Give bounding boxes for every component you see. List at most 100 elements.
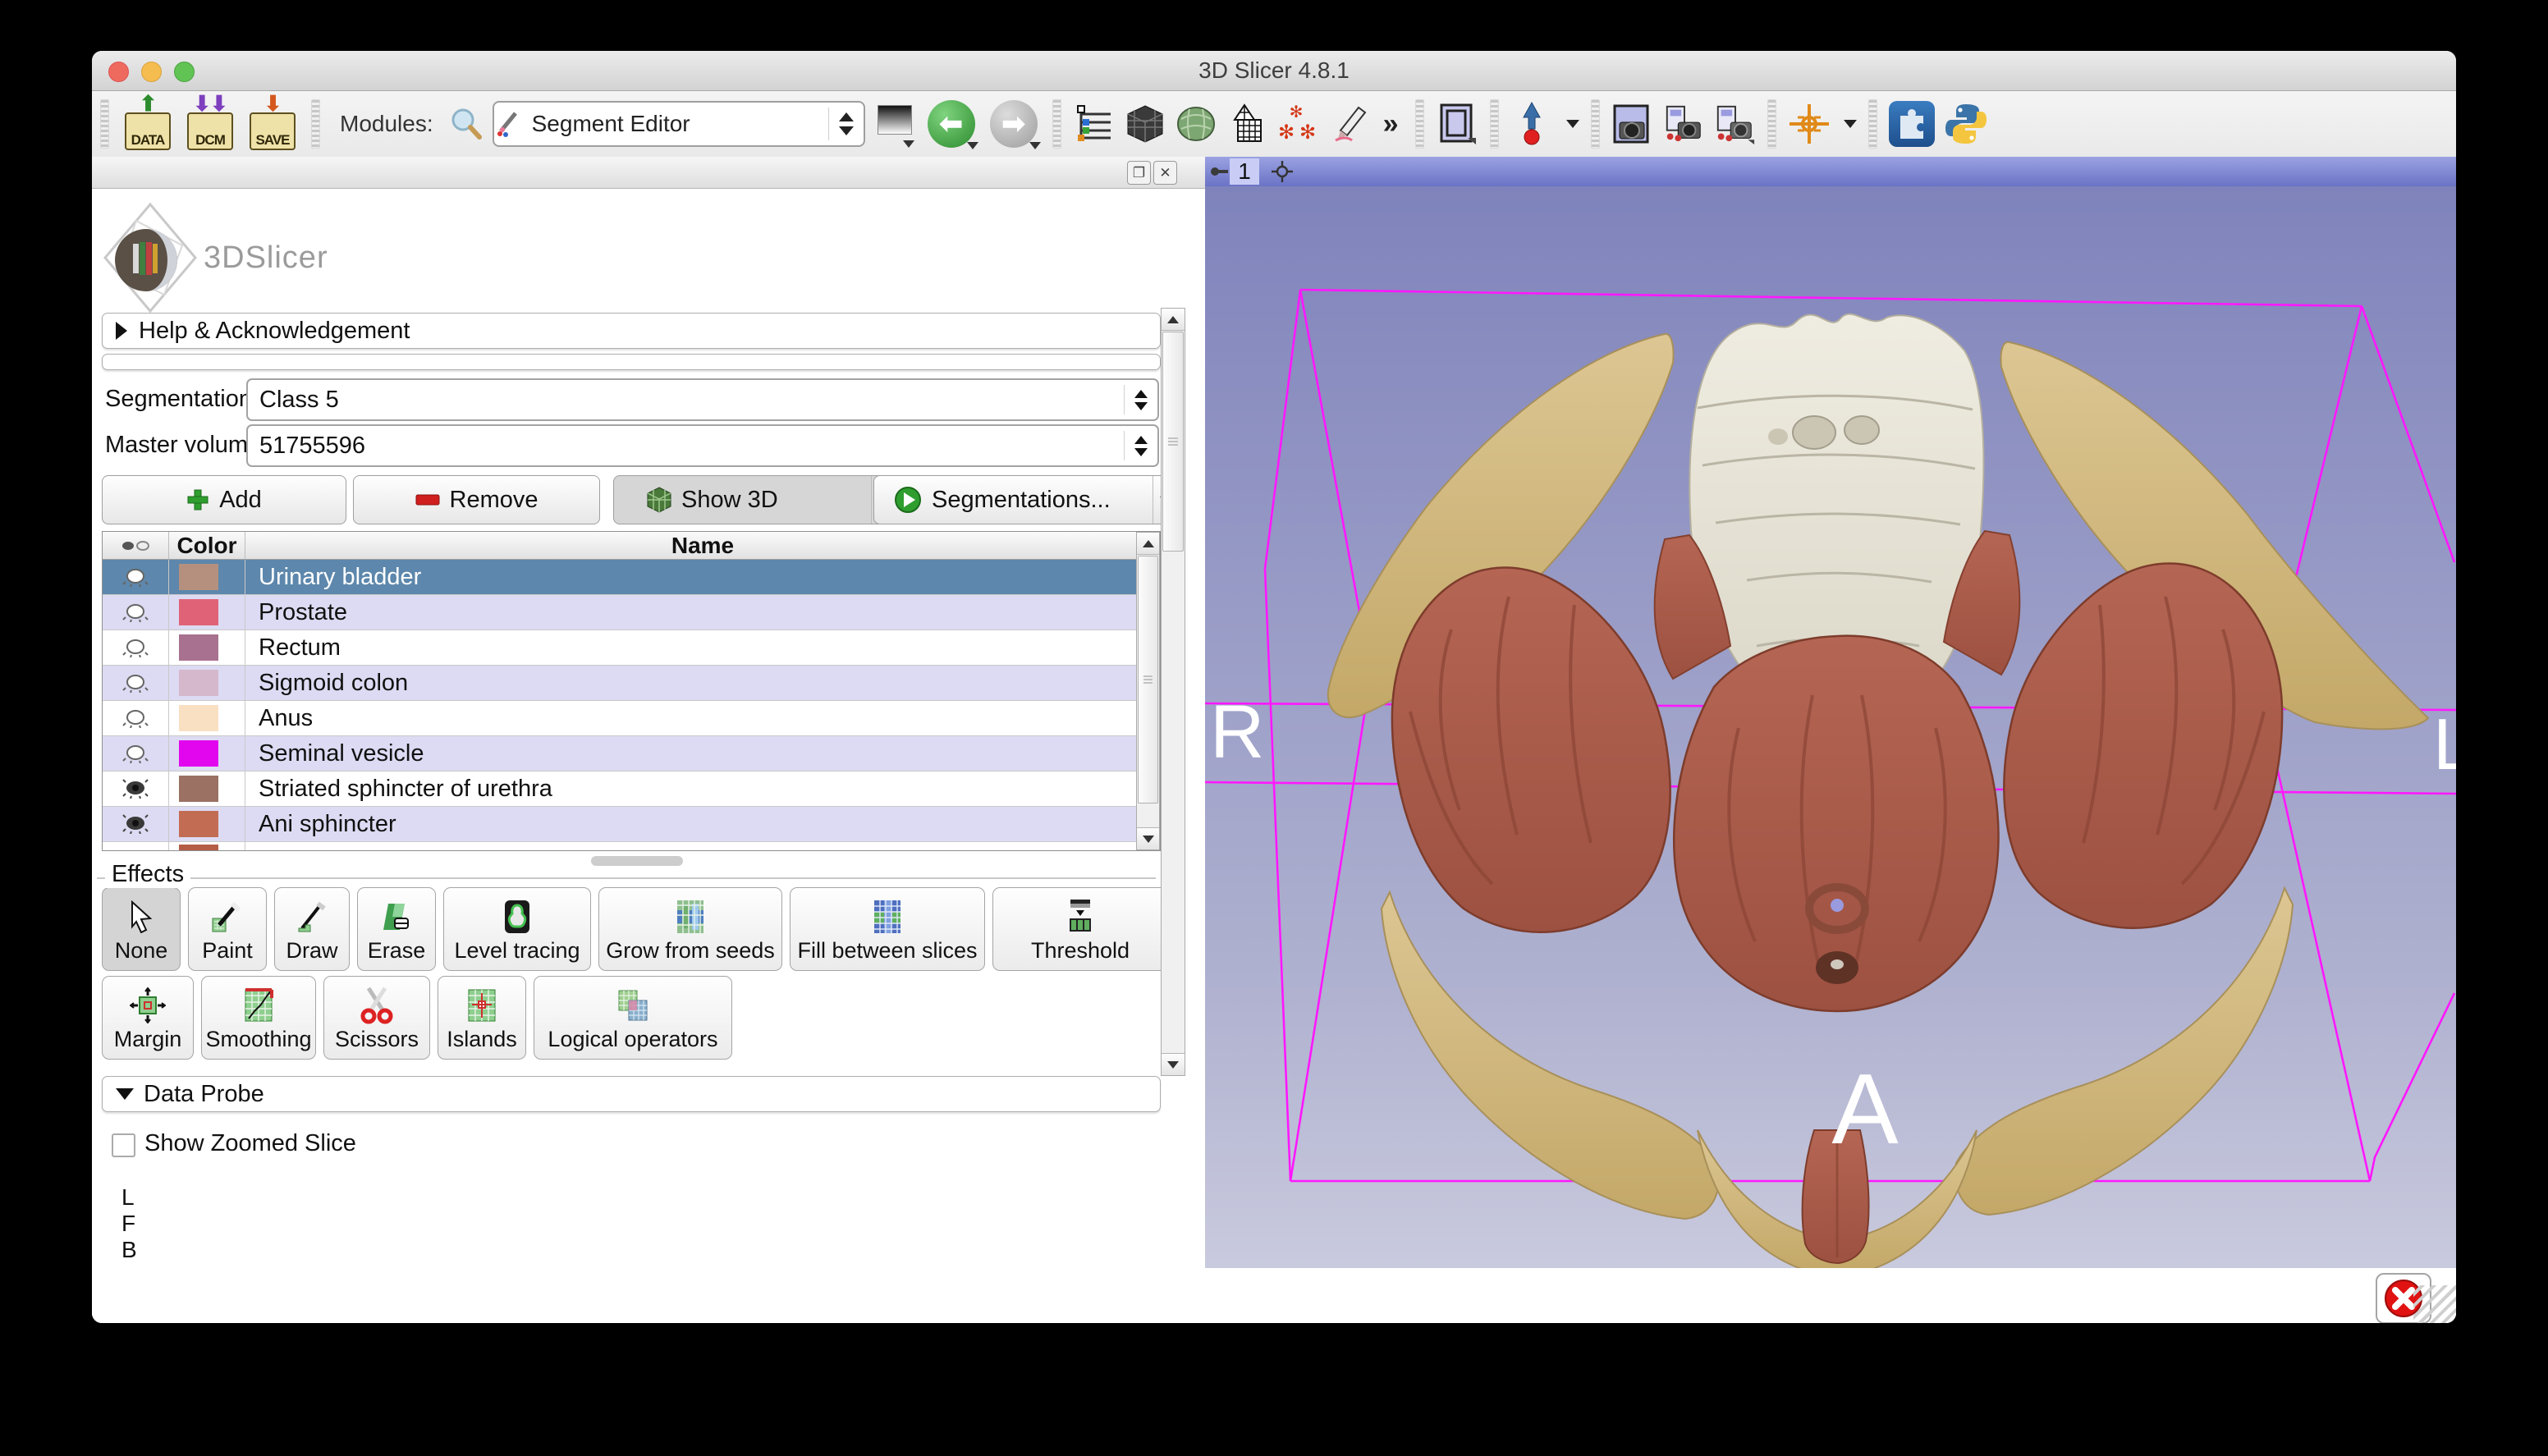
toolbar-handle[interactable] (1591, 99, 1600, 149)
segment-name-cell[interactable]: Seminal vesicle (245, 736, 1160, 771)
segment-name-cell[interactable] (245, 842, 1160, 851)
chevron-down-icon[interactable] (1566, 120, 1579, 128)
segmentations-module-button[interactable] (1226, 103, 1268, 145)
scroll-up-button[interactable] (1162, 309, 1185, 331)
view-crosshair-icon[interactable] (1271, 160, 1294, 183)
help-acknowledgement-section[interactable]: Help & Acknowledgement (102, 313, 1161, 349)
visibility-toggle[interactable] (103, 666, 169, 700)
master-volume-selector[interactable]: 51755596 (246, 424, 1159, 467)
effect-paint-button[interactable]: Paint (188, 887, 267, 971)
show-3d-button[interactable]: Show 3D (613, 475, 897, 524)
color-swatch[interactable] (179, 845, 218, 851)
effect-smoothing-button[interactable]: Smoothing (201, 976, 316, 1060)
visibility-toggle[interactable] (103, 595, 169, 630)
table-scrollbar[interactable] (1136, 532, 1160, 850)
visibility-toggle[interactable] (103, 736, 169, 771)
effect-scissors-button[interactable]: Scissors (323, 976, 430, 1060)
toolbar-handle[interactable] (1415, 99, 1424, 149)
visibility-toggle[interactable] (103, 630, 169, 665)
effect-logical-operators-button[interactable]: Logical operators (534, 976, 732, 1060)
toolbar-handle[interactable] (100, 99, 109, 149)
visibility-toggle[interactable] (103, 701, 169, 735)
subject-hierarchy-button[interactable] (1073, 103, 1116, 145)
segment-color-cell[interactable] (169, 560, 245, 594)
segment-color-cell[interactable] (169, 736, 245, 771)
segment-name-cell[interactable]: Sigmoid colon (245, 666, 1160, 700)
models-button[interactable] (1175, 103, 1217, 145)
table-row[interactable]: Ani sphincter (103, 807, 1160, 842)
scrollbar-thumb[interactable] (1162, 332, 1184, 552)
segment-name-cell[interactable]: Prostate (245, 595, 1160, 630)
color-swatch[interactable] (179, 740, 218, 767)
visibility-toggle[interactable] (103, 807, 169, 841)
segment-color-cell[interactable] (169, 595, 245, 630)
visibility-toggle[interactable] (103, 842, 169, 851)
crosshair-button[interactable] (1788, 103, 1831, 145)
segment-name-cell[interactable]: Urinary bladder (245, 560, 1160, 594)
effect-fill-between-slices-button[interactable]: Fill between slices (790, 887, 985, 971)
segment-color-cell[interactable] (169, 630, 245, 665)
table-row[interactable]: Anus (103, 701, 1160, 736)
segment-name-cell[interactable]: Anus (245, 701, 1160, 735)
segment-name-cell[interactable]: Striated sphincter of urethra (245, 771, 1160, 806)
color-swatch[interactable] (179, 564, 218, 590)
segment-name-cell[interactable]: Rectum (245, 630, 1160, 665)
annotations-button[interactable] (1327, 103, 1370, 145)
screenshot-button[interactable] (1611, 103, 1654, 145)
color-swatch[interactable] (179, 634, 218, 661)
view-3d-header[interactable]: 1 (1205, 157, 2456, 186)
color-swatch[interactable] (179, 599, 218, 625)
effect-margin-button[interactable]: Margin (102, 976, 194, 1060)
markups-button[interactable]: ✻ ✻ ✻ (1276, 103, 1319, 145)
view-3d-viewport[interactable]: R A L (1205, 186, 2456, 1268)
effect-threshold-button[interactable]: Threshold (992, 887, 1168, 971)
segment-color-cell[interactable] (169, 807, 245, 841)
table-row[interactable]: Rectum (103, 630, 1160, 666)
color-column-header[interactable]: Color (169, 532, 245, 559)
color-swatch[interactable] (179, 705, 218, 731)
segmentation-selector[interactable]: Class 5 (246, 378, 1159, 421)
pin-icon[interactable] (1208, 161, 1230, 182)
view-3d-tab[interactable]: 1 (1230, 158, 1259, 185)
add-segment-button[interactable]: Add (102, 475, 346, 524)
module-search-icon[interactable] (448, 106, 484, 142)
color-swatch[interactable] (179, 776, 218, 802)
toolbar-handle[interactable] (1868, 99, 1877, 149)
visibility-toggle[interactable] (103, 771, 169, 806)
scrollbar-thumb[interactable] (1138, 556, 1158, 804)
segmentations-button[interactable]: Segmentations... (873, 475, 1179, 524)
table-row[interactable] (103, 842, 1160, 851)
effect-draw-button[interactable]: Draw (274, 887, 350, 971)
scroll-down-button[interactable] (1162, 1053, 1185, 1075)
segment-color-cell[interactable] (169, 666, 245, 700)
effect-none-button[interactable]: None (102, 887, 181, 971)
module-selector-spinner[interactable] (829, 112, 864, 135)
scene-view-restore-button[interactable] (1713, 103, 1756, 145)
mouse-interaction-button[interactable] (1510, 103, 1553, 145)
data-probe-section[interactable]: Data Probe (102, 1076, 1161, 1112)
segment-color-cell[interactable] (169, 771, 245, 806)
toolbar-handle[interactable] (1490, 99, 1499, 149)
module-forward-button[interactable]: ➡ (987, 97, 1041, 151)
scroll-up-button[interactable] (1137, 533, 1159, 555)
master-volume-spinner[interactable] (1125, 436, 1157, 456)
resize-grip[interactable] (2413, 1285, 2456, 1323)
close-panel-button[interactable]: ✕ (1153, 161, 1177, 185)
segmentation-spinner[interactable] (1125, 390, 1157, 410)
toolbar-overflow-button[interactable]: » (1383, 108, 1399, 140)
module-back-button[interactable]: ⬅ (924, 97, 978, 151)
panel-dock-bar[interactable]: ❐ ✕ (92, 157, 1205, 189)
layout-selector-button[interactable] (1436, 103, 1478, 145)
visibility-column-header[interactable] (103, 532, 169, 559)
module-selector[interactable]: Segment Editor (493, 101, 865, 147)
effect-grow-from-seeds-button[interactable]: Grow from seeds (598, 887, 782, 971)
table-row[interactable]: Sigmoid colon (103, 666, 1160, 701)
visibility-toggle[interactable] (103, 560, 169, 594)
chevron-down-icon[interactable] (1844, 120, 1857, 128)
remove-segment-button[interactable]: Remove (353, 475, 600, 524)
undock-panel-button[interactable]: ❐ (1127, 161, 1151, 185)
module-history-button[interactable] (873, 97, 916, 151)
effect-erase-button[interactable]: Erase (357, 887, 436, 971)
segment-name-cell[interactable]: Ani sphincter (245, 807, 1160, 841)
load-data-button[interactable]: ⬆DATA (121, 97, 175, 151)
